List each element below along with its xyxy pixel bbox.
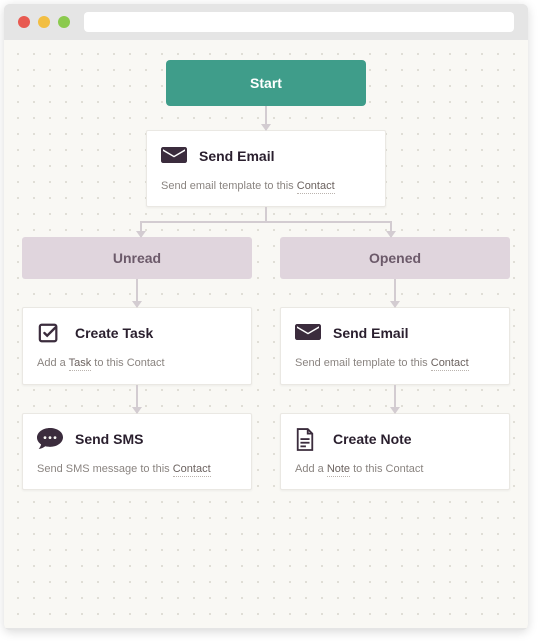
envelope-icon — [295, 322, 321, 344]
create-note-node[interactable]: Create Note Add a Note to this Contact — [280, 413, 510, 490]
send-email-desc: Send email template to this Contact — [161, 179, 371, 194]
create-task-desc: Add a Task to this Contact — [37, 356, 237, 371]
send-sms-title: Send SMS — [75, 431, 143, 447]
envelope-icon — [161, 145, 187, 167]
branch-unread[interactable]: Unread — [22, 237, 252, 279]
start-label: Start — [250, 75, 282, 91]
note-icon — [295, 428, 321, 450]
workflow-canvas: Start Send Email Send email template to … — [4, 40, 528, 628]
address-bar[interactable] — [84, 12, 514, 32]
window-maximize-dot[interactable] — [58, 16, 70, 28]
arrow-down-icon — [136, 385, 138, 413]
browser-titlebar — [4, 4, 528, 40]
branch-opened-label: Opened — [369, 250, 421, 266]
create-note-desc: Add a Note to this Contact — [295, 462, 495, 477]
window-close-dot[interactable] — [18, 16, 30, 28]
send-email-2-desc: Send email template to this Contact — [295, 356, 495, 371]
branch-unread-label: Unread — [113, 250, 161, 266]
create-task-title: Create Task — [75, 325, 153, 341]
branch-opened[interactable]: Opened — [280, 237, 510, 279]
send-email-2-title: Send Email — [333, 325, 408, 341]
chat-bubble-icon — [37, 428, 63, 450]
send-email-node-2[interactable]: Send Email Send email template to this C… — [280, 307, 510, 384]
send-email-title: Send Email — [199, 148, 274, 164]
arrow-down-icon — [394, 279, 396, 307]
send-sms-node[interactable]: Send SMS Send SMS message to this Contac… — [22, 413, 252, 490]
checkbox-icon — [37, 322, 63, 344]
create-note-title: Create Note — [333, 431, 412, 447]
start-node[interactable]: Start — [166, 60, 366, 106]
arrow-down-icon — [136, 279, 138, 307]
window-minimize-dot[interactable] — [38, 16, 50, 28]
send-sms-desc: Send SMS message to this Contact — [37, 462, 237, 477]
create-task-node[interactable]: Create Task Add a Task to this Contact — [22, 307, 252, 384]
send-email-node[interactable]: Send Email Send email template to this C… — [146, 130, 386, 207]
browser-window: Start Send Email Send email template to … — [4, 4, 528, 630]
arrow-down-icon — [394, 385, 396, 413]
arrow-down-icon — [265, 106, 267, 130]
connector-split — [22, 207, 510, 237]
